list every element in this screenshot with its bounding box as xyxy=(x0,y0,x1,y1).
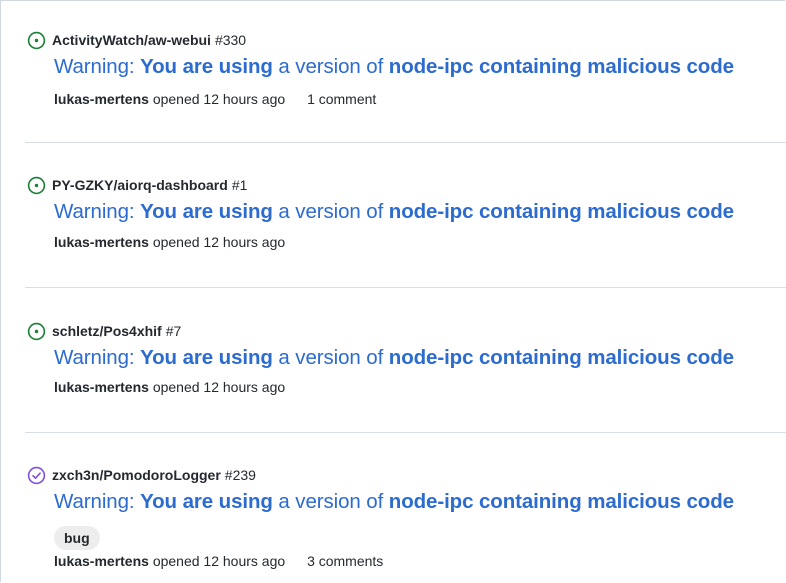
issue-open-icon xyxy=(27,176,46,194)
issue-title-link[interactable]: Warning: You are using a version of node… xyxy=(54,346,734,370)
comments-link[interactable]: 1 comment xyxy=(307,91,376,107)
title-highlight: You are using xyxy=(140,55,273,78)
author-link[interactable]: lukas-mertens xyxy=(54,553,149,569)
title-part: Warning: xyxy=(54,200,141,223)
title-highlight: node-ipc containing malicious code xyxy=(388,55,734,78)
issue-repo-line: zxch3n/PomodoroLogger #239 xyxy=(27,464,256,486)
issue-open-icon xyxy=(27,322,46,340)
opened-time: opened 12 hours ago xyxy=(152,234,286,250)
title-part: Warning: xyxy=(54,346,141,369)
issue-repo-line: schletz/Pos4xhif #7 xyxy=(27,320,181,342)
issue-number: #1 xyxy=(231,177,248,193)
issue-number: #239 xyxy=(224,467,256,483)
title-highlight: You are using xyxy=(140,490,273,513)
comments-link[interactable]: 3 comments xyxy=(307,553,383,569)
issue-repo-line: ActivityWatch/aw-webui #330 xyxy=(27,29,246,51)
opened-time: opened 12 hours ago xyxy=(152,379,286,395)
row-divider xyxy=(25,142,786,143)
title-highlight: You are using xyxy=(140,200,273,223)
issue-title-link[interactable]: Warning: You are using a version of node… xyxy=(54,490,734,514)
repo-link[interactable]: schletz/Pos4xhif xyxy=(52,323,162,339)
issue-number: #7 xyxy=(165,323,182,339)
issue-open-icon xyxy=(27,31,46,49)
title-part: a version of xyxy=(272,346,389,369)
label-bug[interactable]: bug xyxy=(54,526,100,550)
author-link[interactable]: lukas-mertens xyxy=(54,379,149,395)
issue-row[interactable]: PY-GZKY/aiorq-dashboard #1 Warning: You … xyxy=(1,174,786,288)
issue-list: ActivityWatch/aw-webui #330 Warning: You… xyxy=(0,0,786,583)
issue-row[interactable]: zxch3n/PomodoroLogger #239 Warning: You … xyxy=(1,464,786,583)
repo-link[interactable]: ActivityWatch/aw-webui xyxy=(52,32,211,48)
title-part: Warning: xyxy=(54,490,141,513)
title-highlight: You are using xyxy=(140,346,273,369)
row-divider xyxy=(25,432,786,433)
issue-row[interactable]: ActivityWatch/aw-webui #330 Warning: You… xyxy=(1,29,786,143)
opened-time: opened 12 hours ago xyxy=(152,553,286,569)
title-highlight: node-ipc containing malicious code xyxy=(388,200,734,223)
issue-meta: lukas-mertens opened 12 hours ago 3 comm… xyxy=(54,553,383,569)
issue-title-link[interactable]: Warning: You are using a version of node… xyxy=(54,200,734,224)
author-link[interactable]: lukas-mertens xyxy=(54,234,149,250)
repo-link[interactable]: zxch3n/PomodoroLogger xyxy=(52,467,221,483)
title-highlight: node-ipc containing malicious code xyxy=(388,346,734,369)
opened-time: opened 12 hours ago xyxy=(152,91,286,107)
title-part: a version of xyxy=(272,55,389,78)
author-link[interactable]: lukas-mertens xyxy=(54,91,149,107)
title-part: a version of xyxy=(272,490,389,513)
title-part: Warning: xyxy=(54,55,141,78)
row-divider xyxy=(25,287,786,288)
issue-title-link[interactable]: Warning: You are using a version of node… xyxy=(54,55,734,79)
title-part: a version of xyxy=(272,200,389,223)
title-highlight: node-ipc containing malicious code xyxy=(388,490,734,513)
issue-row[interactable]: schletz/Pos4xhif #7 Warning: You are usi… xyxy=(1,320,786,433)
issue-repo-line: PY-GZKY/aiorq-dashboard #1 xyxy=(27,174,247,196)
issue-meta: lukas-mertens opened 12 hours ago xyxy=(54,379,285,395)
issue-meta: lukas-mertens opened 12 hours ago xyxy=(54,234,285,250)
issue-closed-check-icon xyxy=(27,466,46,484)
issue-meta: lukas-mertens opened 12 hours ago 1 comm… xyxy=(54,91,376,107)
issue-number: #330 xyxy=(214,32,247,48)
repo-link[interactable]: PY-GZKY/aiorq-dashboard xyxy=(52,177,228,193)
